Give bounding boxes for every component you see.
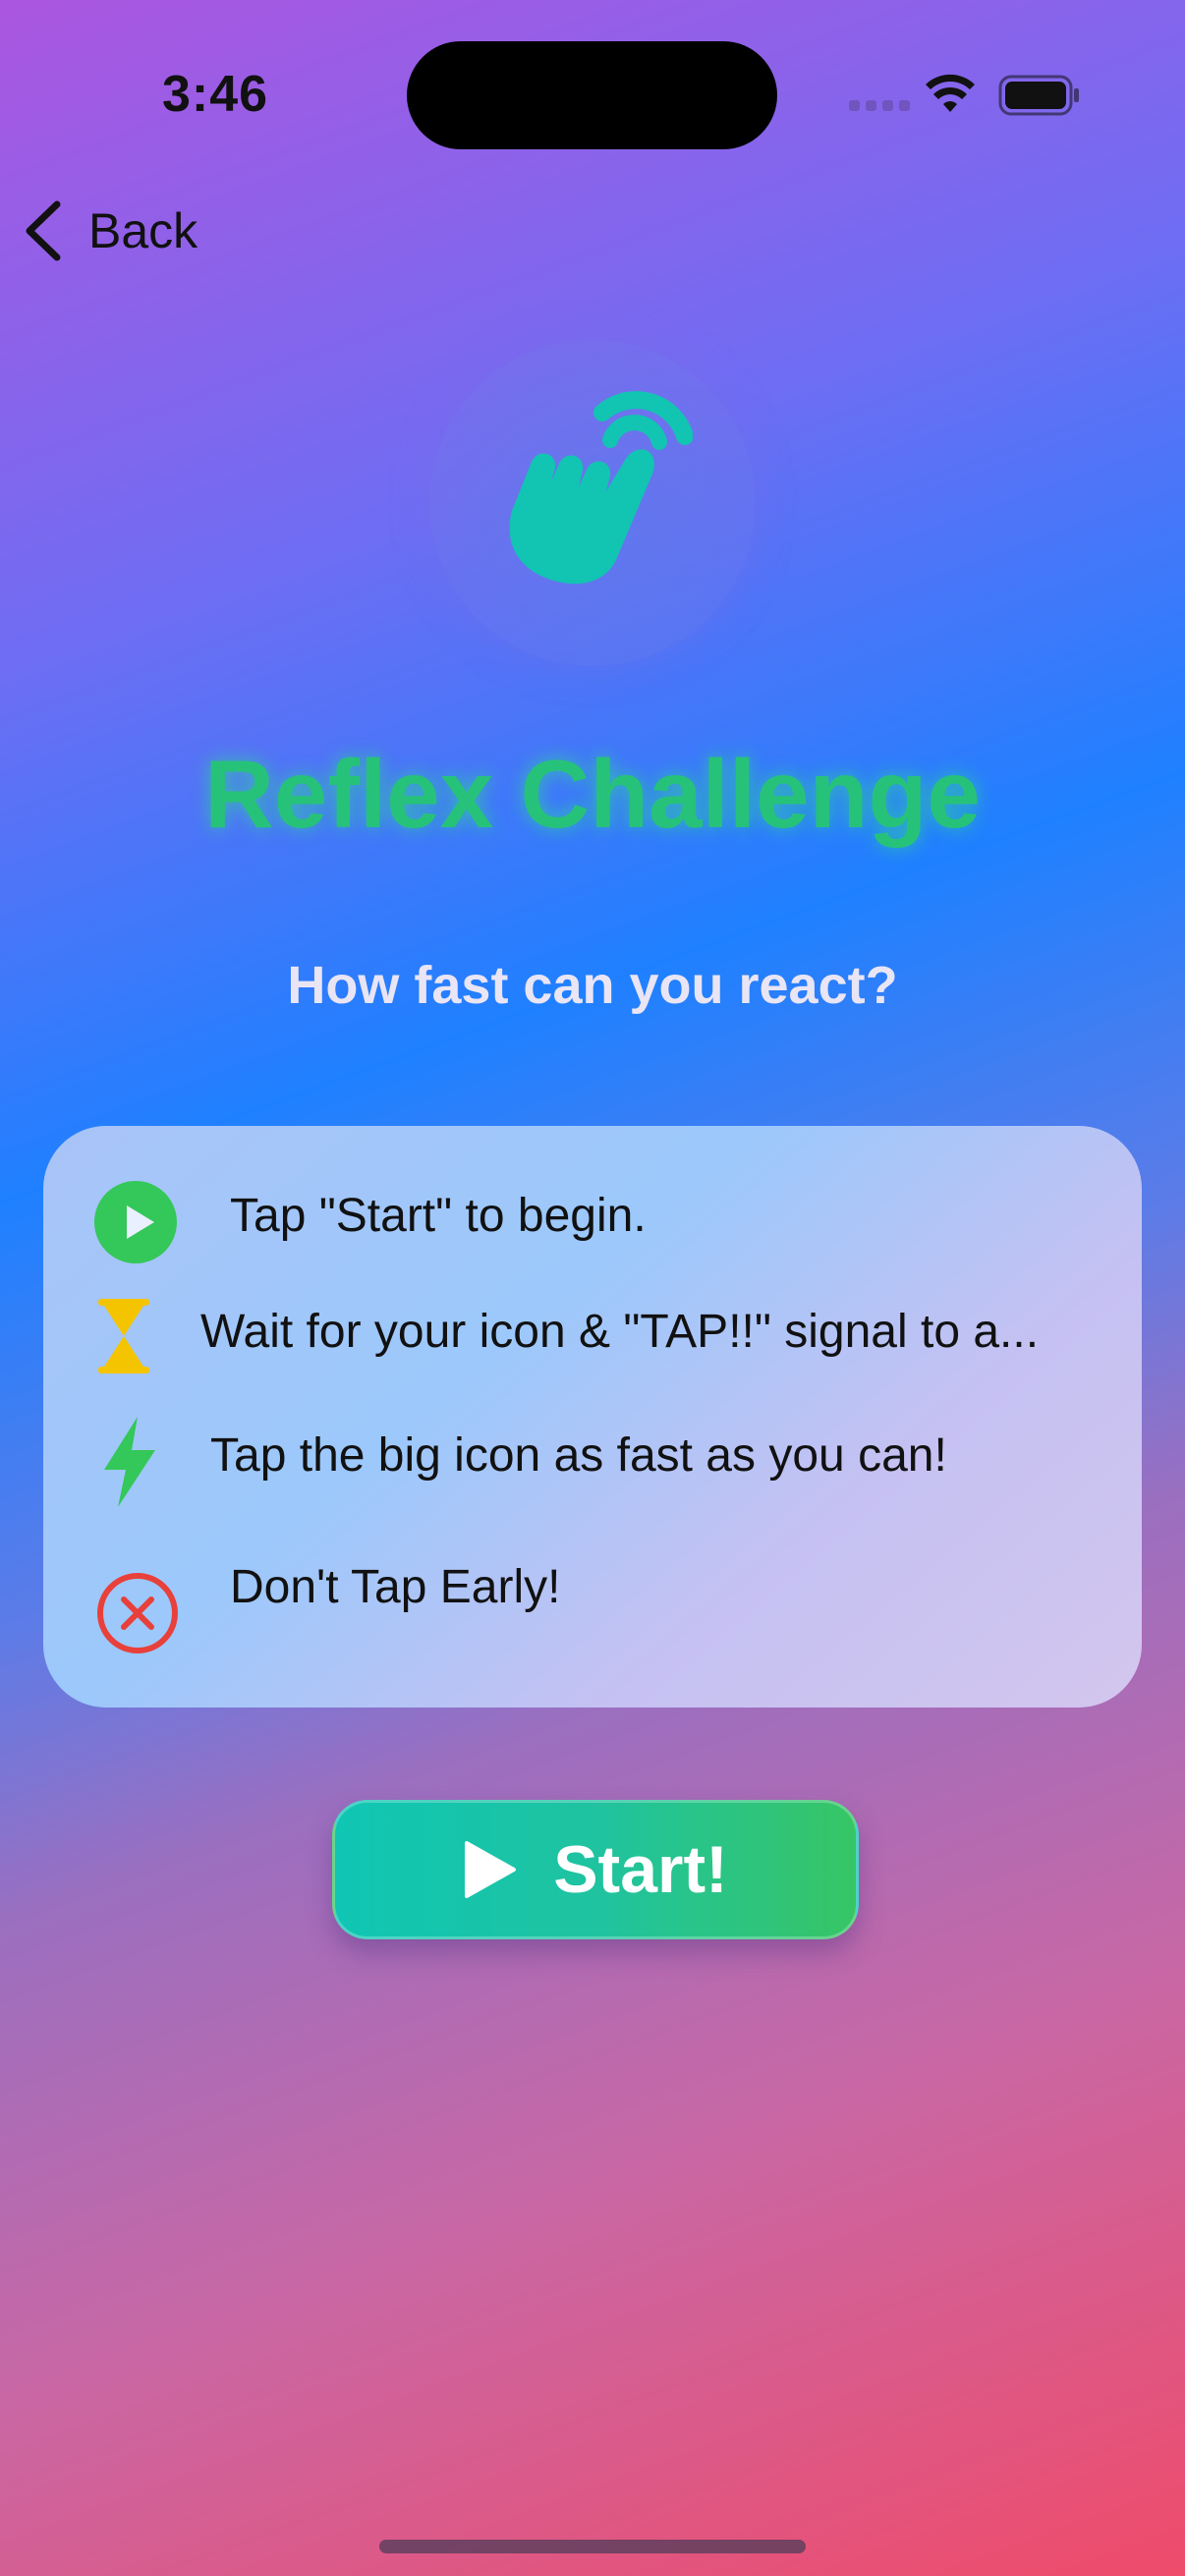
instruction-row-wait: Wait for your icon & "TAP!!" signal to a… <box>43 1293 1142 1391</box>
bolt-icon <box>104 1417 155 1507</box>
instruction-text: Don't Tap Early! <box>230 1561 561 1613</box>
page-subtitle: How fast can you react? <box>287 956 898 1015</box>
cellular-signal-icon <box>849 100 910 111</box>
page-title: Reflex Challenge <box>204 740 981 848</box>
status-time: 3:46 <box>162 66 269 123</box>
hourglass-icon <box>98 1299 149 1373</box>
instruction-text: Tap the big icon as fast as you can! <box>210 1429 947 1482</box>
x-circle-icon <box>97 1573 178 1653</box>
instruction-row-tap: Tap the big icon as fast as you can! <box>43 1417 1142 1527</box>
instruction-row-start: Tap "Start" to begin. <box>43 1165 1142 1263</box>
play-icon <box>465 1841 517 1898</box>
instruction-text: Wait for your icon & "TAP!!" signal to a… <box>200 1306 1040 1358</box>
instruction-text: Tap "Start" to begin. <box>230 1190 647 1242</box>
start-button[interactable]: Start! <box>332 1800 859 1939</box>
hand-tap-icon <box>509 391 693 585</box>
back-label: Back <box>88 203 198 258</box>
instructions-card: Tap "Start" to begin. Wait for your icon… <box>43 1126 1142 1708</box>
wifi-icon <box>926 74 975 112</box>
play-circle-icon <box>94 1181 177 1263</box>
instruction-row-warning: Don't Tap Early! <box>43 1556 1142 1654</box>
chevron-left-icon <box>26 200 61 261</box>
start-button-label: Start! <box>553 1832 728 1907</box>
home-indicator[interactable] <box>379 2540 806 2553</box>
back-button[interactable]: Back <box>22 196 198 265</box>
status-bar: 3:46 <box>0 0 1185 149</box>
battery-icon <box>998 75 1079 116</box>
dynamic-island <box>407 41 777 149</box>
